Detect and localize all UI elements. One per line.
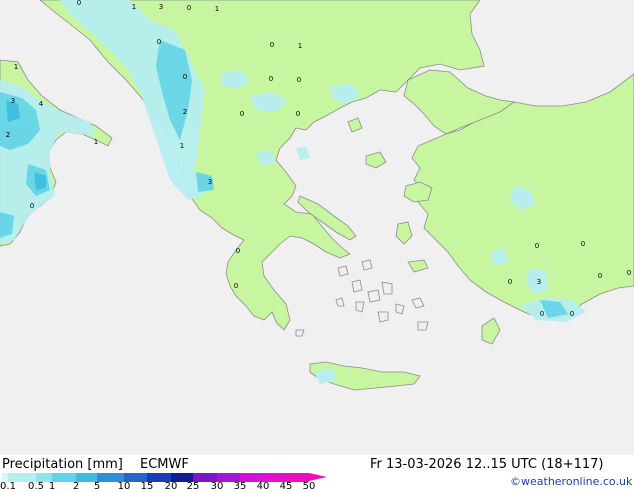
precip-value-label: 0 [270, 41, 274, 49]
legend-tick-label: 0.1 [0, 481, 16, 492]
legend-tick-label: 20 [164, 481, 178, 492]
precip-value-label: 0 [535, 242, 539, 250]
legend-tick-label: 50 [302, 481, 316, 492]
legend-tick-label: 40 [256, 481, 270, 492]
precip-value-label: 0 [236, 247, 240, 255]
precip-value-label: 0 [508, 278, 512, 286]
precip-value-label: 1 [298, 42, 302, 50]
legend-tick-label: 15 [140, 481, 154, 492]
precip-value-label: 0 [157, 38, 161, 46]
precip-value-label: 0 [598, 272, 602, 280]
precip-value-label: 0 [240, 110, 244, 118]
precipitation-map: 1 3 0 1 0 0 0 1 0 0 0 3 4 2 2 0 0 1 1 1 3 0 0 0 0 0 0 3 0 0 0 0 [0, 0, 634, 455]
parameter-label: Precipitation [mm] [2, 457, 123, 472]
credit-label: ©weatheronline.co.uk [510, 475, 633, 488]
precip-value-label: 0 [77, 0, 81, 7]
precip-value-label: 1 [180, 142, 184, 150]
legend-tick-label: 1 [48, 481, 56, 492]
legend-tick-label: 35 [233, 481, 247, 492]
precip-value-label: 0 [297, 76, 301, 84]
legend-tick-label: 25 [186, 481, 200, 492]
precip-value-label: 0 [187, 4, 191, 12]
precip-value-label: 4 [39, 100, 44, 108]
legend-tick-label: 30 [210, 481, 224, 492]
precip-value-label: 0 [627, 269, 631, 277]
model-label: ECMWF [140, 457, 189, 472]
precip-value-label: 1 [215, 5, 219, 13]
precip-value-label: 0 [183, 73, 187, 81]
precip-value-label: 3 [537, 278, 541, 286]
precip-value-label: 0 [269, 75, 273, 83]
legend-tick-label: 2 [72, 481, 80, 492]
precip-value-label: 2 [183, 108, 187, 116]
precip-value-label: 0 [296, 110, 300, 118]
precip-value-label: 2 [6, 131, 10, 139]
precip-value-label: 3 [11, 97, 15, 105]
precip-value-label: 0 [570, 310, 574, 318]
precip-value-label: 3 [208, 178, 212, 186]
valid-time-label: Fr 13-03-2026 12..15 UTC (18+117) [370, 457, 604, 472]
precip-value-label: 0 [30, 202, 34, 210]
precip-value-label: 1 [132, 3, 136, 11]
precip-value-label: 3 [159, 3, 163, 11]
precip-value-label: 1 [14, 63, 18, 71]
legend-tick-label: 5 [93, 481, 101, 492]
legend-arrow [309, 473, 327, 481]
legend-tick-label: 45 [279, 481, 293, 492]
precip-value-label: 0 [540, 310, 544, 318]
precip-value-label: 0 [581, 240, 585, 248]
precip-value-label: 1 [94, 138, 98, 146]
precip-value-label: 0 [234, 282, 238, 290]
legend-tick-label: 0.5 [28, 481, 44, 492]
legend-tick-label: 10 [117, 481, 131, 492]
